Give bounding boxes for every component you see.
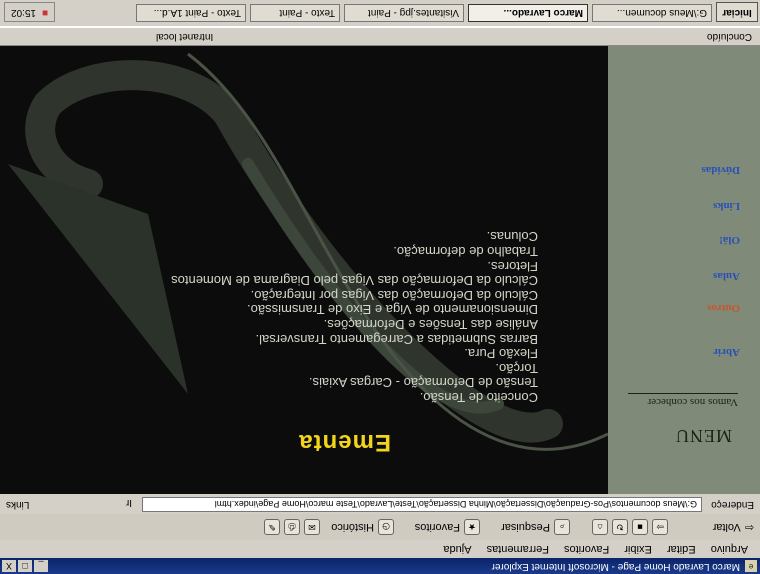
search-icon: ⌕ [554, 519, 570, 535]
menu-link-vamos[interactable]: Vamos nos conhecer [628, 393, 738, 408]
topic-item: Dimensionamento de Viga e Eixo de Transm… [247, 302, 538, 318]
favorites-label: Favoritos [414, 521, 460, 533]
topic-item: Colunas. [486, 229, 538, 245]
screenshot-rotated: e Marco Lavrado Home Page - Microsoft In… [0, 0, 760, 574]
menu-favoritos[interactable]: Favoritos [564, 543, 609, 555]
status-bar: Concluído Intranet local [0, 27, 760, 46]
go-button[interactable]: Ir [126, 492, 132, 512]
menu-title: MENU [675, 426, 732, 446]
forward-icon[interactable]: ⇨ [652, 519, 668, 535]
menu-link-3[interactable]: Aulas [713, 270, 740, 282]
ementa-topic-list: Conceito de Tensão. Tensão de Deformação… [171, 229, 538, 405]
address-input[interactable]: G:\Meus documentos\Pos-Graduação\Dissert… [142, 497, 702, 512]
address-label: Endereço [711, 499, 754, 510]
menu-link-5[interactable]: Links [713, 200, 740, 212]
stop-icon[interactable]: ■ [632, 519, 648, 535]
topic-item: Flexão Pura. [464, 346, 538, 362]
tray-icon[interactable]: ■ [42, 3, 48, 21]
topic-item: Análise das Tensões e Deformações. [323, 317, 538, 333]
extra-tools: ✉ ⎙ ✎ [264, 514, 320, 540]
ementa-heading: Ementa [298, 429, 391, 456]
menu-ferramentas[interactable]: Ferramentas [487, 543, 549, 555]
back-arrow-icon: ⇦ [744, 521, 754, 533]
system-tray: ■ 15:02 [4, 2, 56, 22]
taskbar: Iniciar G:\Meus documen... Marco Lavrado… [0, 0, 760, 28]
refresh-icon[interactable]: ↻ [612, 519, 628, 535]
favorites-button[interactable]: ★ Favoritos [415, 514, 480, 540]
mail-icon[interactable]: ✉ [304, 519, 320, 535]
menubar: Arquivo Editar Exibir Favoritos Ferramen… [0, 540, 760, 558]
maximize-button[interactable]: □ [18, 560, 32, 572]
content-area: Ementa Conceito de Tensão. Tensão de Def… [0, 46, 608, 494]
menu-arquivo[interactable]: Arquivo [711, 543, 748, 555]
history-label: Histórico [331, 521, 374, 533]
print-icon[interactable]: ⎙ [284, 519, 300, 535]
zone-label: Intranet local [156, 31, 214, 42]
menu-link-4[interactable]: Olá! [719, 234, 740, 246]
topic-item: Cálculo da Deformação das Vigas por Inte… [250, 287, 538, 303]
task-button-active[interactable]: Marco Lavrado... [468, 4, 588, 22]
history-button[interactable]: ◷ Histórico [331, 514, 394, 540]
menu-editar[interactable]: Editar [667, 543, 696, 555]
ie-icon: e [745, 560, 757, 572]
menu-link-2[interactable]: Outros [707, 302, 740, 314]
nav-buttons: ⇨ ■ ↻ ⌂ [592, 514, 668, 540]
search-button[interactable]: ⌕ Pesquisar [501, 514, 570, 540]
web-page: MENU Vamos nos conhecer Abrir Outros Aul… [0, 46, 760, 494]
links-button[interactable]: Links [6, 494, 29, 514]
toolbar: ⇦ Voltar ⇨ ■ ↻ ⌂ ⌕ Pesquisar ★ Favoritos… [0, 513, 760, 540]
topic-item: Torção. [495, 360, 538, 376]
menu-link-1[interactable]: Abrir [713, 346, 740, 358]
topic-item: Conceito de Tensão. [419, 390, 538, 405]
status-text: Concluído [706, 31, 752, 42]
menu-ajuda[interactable]: Ajuda [443, 543, 471, 555]
logo-triangle [8, 164, 188, 394]
history-icon: ◷ [378, 519, 394, 535]
topic-item: Tensão de Deformação - Cargas Axiais. [308, 375, 538, 391]
task-button[interactable]: G:\Meus documen... [592, 4, 712, 22]
window-controls: _ □ X [2, 560, 48, 572]
task-button[interactable]: Texto - Paint [250, 4, 340, 22]
site-menu: MENU Vamos nos conhecer Abrir Outros Aul… [608, 46, 760, 494]
minimize-button[interactable]: _ [34, 560, 48, 572]
topic-item: Cálculo da Deformação das Vigas pelo Dia… [171, 273, 538, 289]
start-button[interactable]: Iniciar [716, 2, 758, 22]
task-button[interactable]: Texto - Paint 1A.d... [136, 4, 246, 22]
topic-item: Fletores. [487, 258, 538, 274]
back-button[interactable]: ⇦ Voltar [713, 514, 754, 540]
menu-exibir[interactable]: Exibir [624, 543, 652, 555]
favorites-icon: ★ [464, 519, 480, 535]
window-title: Marco Lavrado Home Page - Microsoft Inte… [491, 561, 740, 572]
window-titlebar: e Marco Lavrado Home Page - Microsoft In… [0, 558, 760, 574]
clock: 15:02 [11, 7, 37, 18]
topic-item: Trabalho de deformação. [393, 244, 538, 260]
address-bar: Endereço G:\Meus documentos\Pos-Graduaçã… [0, 493, 760, 514]
back-label: Voltar [712, 521, 741, 533]
home-icon[interactable]: ⌂ [592, 519, 608, 535]
search-label: Pesquisar [501, 521, 550, 533]
menu-link-6[interactable]: Dúvidas [701, 164, 740, 176]
topic-item: Barras Submetidas a Carregamento Transve… [255, 331, 538, 347]
edit-icon[interactable]: ✎ [264, 519, 280, 535]
close-button[interactable]: X [2, 560, 16, 572]
task-button[interactable]: Visitantes.jpg - Paint [344, 4, 464, 22]
